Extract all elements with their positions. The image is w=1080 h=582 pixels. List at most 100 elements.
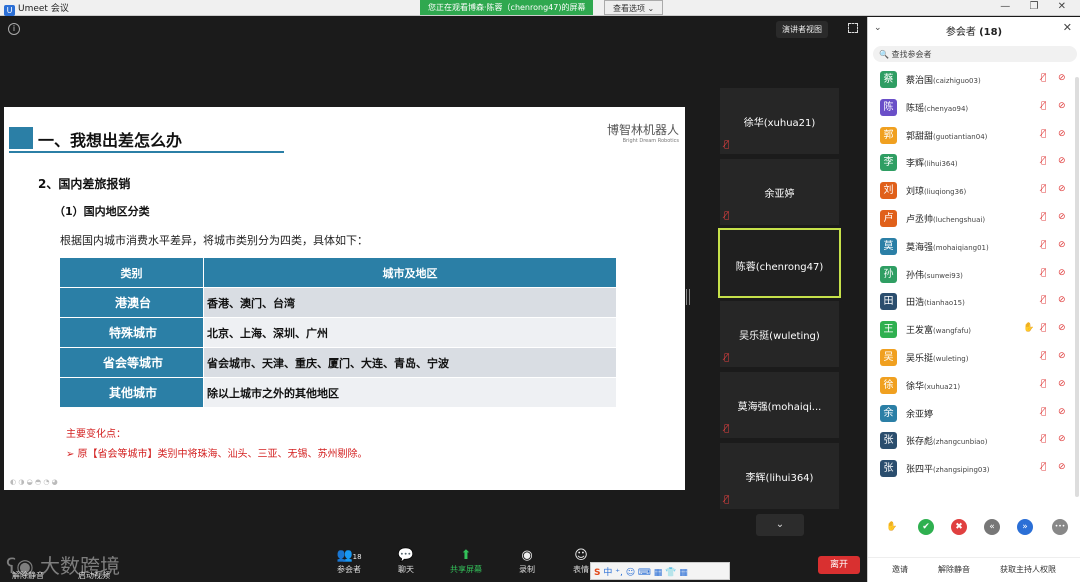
close-icon[interactable]: ✕ [1063, 21, 1072, 34]
mic-muted-icon[interactable]: 🎙̸ [1041, 295, 1046, 305]
camera-off-icon[interactable]: ⊘ [1058, 379, 1066, 389]
participant-row[interactable]: 张张存彪(zhangcunbiao) 🎙̸ ⊘ [868, 426, 1073, 454]
camera-off-icon[interactable]: ⊘ [1058, 184, 1066, 194]
mic-muted-icon: 🎙̸ [724, 353, 730, 363]
yes-icon[interactable]: ✔ [918, 519, 934, 535]
video-tile[interactable]: 莫海强(mohaiqi... 🎙̸ [720, 372, 839, 438]
mic-muted-icon[interactable]: 🎙̸ [1041, 212, 1046, 222]
camera-off-icon[interactable]: ⊘ [1058, 240, 1066, 250]
camera-off-icon[interactable]: ⊘ [1058, 212, 1066, 222]
participant-row[interactable]: 莫莫海强(mohaiqiang01) 🎙̸ ⊘ [868, 232, 1073, 260]
fullscreen-icon[interactable] [848, 23, 858, 33]
table-cell-cities: 北京、上海、深圳、广州 [203, 317, 617, 348]
mic-muted-icon[interactable]: 🎙̸ [1041, 323, 1046, 333]
window-controls[interactable]: — ❐ ✕ [1000, 1, 1074, 12]
participant-row[interactable]: 陈陈瑶(chenyao94) 🎙̸ ⊘ [868, 93, 1073, 121]
slide-header-bar [9, 127, 33, 149]
camera-off-icon[interactable]: ⊘ [1058, 295, 1066, 305]
raise-hand-icon[interactable]: ✋ [884, 519, 900, 535]
video-tile[interactable]: 余亚婷 🎙̸ [720, 159, 839, 225]
camera-off-icon[interactable]: ⊘ [1058, 462, 1066, 472]
split-divider-handle[interactable] [686, 289, 690, 305]
mic-muted-icon[interactable]: 🎙̸ [1041, 184, 1046, 194]
no-icon[interactable]: ✖ [951, 519, 967, 535]
participant-row[interactable]: 郭郭甜甜(guotiantian04) 🎙̸ ⊘ [868, 121, 1073, 149]
mic-muted-icon[interactable]: 🎙̸ [1041, 379, 1046, 389]
avatar: 卢 [880, 209, 897, 227]
mic-muted-icon[interactable]: 🎙̸ [1041, 73, 1046, 83]
unmute-button[interactable]: 解除静音 [12, 570, 44, 581]
mic-muted-icon[interactable]: 🎙̸ [1041, 462, 1046, 472]
unmute-all-button[interactable]: 解除静音 [938, 564, 970, 575]
app-title: U Umeet 会议 [4, 1, 69, 16]
participant-row[interactable]: 田田浩(tianhao15) 🎙̸ ⊘ [868, 287, 1073, 315]
camera-off-icon[interactable]: ⊘ [1058, 323, 1066, 333]
mic-muted-icon[interactable]: 🎙̸ [1041, 351, 1046, 361]
camera-off-icon[interactable]: ⊘ [1058, 156, 1066, 166]
camera-off-icon[interactable]: ⊘ [1058, 351, 1066, 361]
scrollbar[interactable] [1075, 77, 1079, 497]
meeting-stage: i 演讲者视图 一、我想出差怎么办 博智林机器人 Bright Dream Ro… [0, 17, 866, 582]
mic-muted-icon[interactable]: 🎙̸ [1041, 156, 1046, 166]
ime-toolbar[interactable]: S 中 ⁺, ☺ ⌨ ▦ 👕 ▦ [590, 562, 730, 580]
video-tile[interactable]: 李辉(lihui364) 🎙̸ [720, 443, 839, 509]
info-icon[interactable]: i [8, 23, 20, 35]
slide-title: 一、我想出差怎么办 [38, 131, 183, 150]
start-video-button[interactable]: 启动视频 [78, 570, 110, 581]
participant-list: 蔡蔡治国(caizhiguo03) 🎙̸ ⊘ 陈陈瑶(chenyao94) 🎙̸ ⊘ 郭郭甜… [868, 65, 1073, 515]
mic-muted-icon[interactable]: 🎙̸ [1041, 268, 1046, 278]
share-screen-button[interactable]: ⬆ 共享屏幕 [446, 548, 486, 575]
view-options-button[interactable]: 查看选项 ⌄ [604, 0, 664, 15]
participant-row[interactable]: 张张四平(zhangsiping03) 🎙̸ ⊘ [868, 454, 1073, 482]
participant-row[interactable]: 李李辉(lihui364) 🎙̸ ⊘ [868, 148, 1073, 176]
record-button[interactable]: ◉ 录制 [507, 548, 547, 575]
video-tile-active-speaker[interactable]: 陈蓉(chenrong47) [718, 228, 841, 298]
participant-row[interactable]: 余余亚婷 🎙̸ ⊘ [868, 399, 1073, 427]
participant-row[interactable]: 卢卢丞帅(luchengshuai) 🎙̸ ⊘ [868, 204, 1073, 232]
tiles-scroll-down-button[interactable]: ⌄ [756, 514, 804, 536]
slower-icon[interactable]: « [984, 519, 1000, 535]
camera-off-icon[interactable]: ⊘ [1058, 434, 1066, 444]
mic-muted-icon: 🎙̸ [724, 140, 730, 150]
camera-off-icon[interactable]: ⊘ [1058, 101, 1066, 111]
mic-muted-icon[interactable]: 🎙̸ [1041, 101, 1046, 111]
speaker-view-button[interactable]: 演讲者视图 [776, 21, 828, 38]
participant-row[interactable]: 王王发富(wangfafu) ✋ 🎙̸ ⊘ [868, 315, 1073, 343]
participants-icon: 👥18 [336, 548, 362, 563]
mic-muted-icon[interactable]: 🎙̸ [1041, 129, 1046, 139]
camera-off-icon[interactable]: ⊘ [1058, 407, 1066, 417]
camera-off-icon[interactable]: ⊘ [1058, 268, 1066, 278]
table-cell-cities: 除以上城市之外的其他地区 [203, 377, 617, 408]
participant-row[interactable]: 蔡蔡治国(caizhiguo03) 🎙̸ ⊘ [868, 65, 1073, 93]
participant-row[interactable]: 吴吴乐挺(wuleting) 🎙̸ ⊘ [868, 343, 1073, 371]
invite-button[interactable]: 邀请 [892, 564, 908, 575]
participant-row[interactable]: 徐徐华(xuhua21) 🎙̸ ⊘ [868, 371, 1073, 399]
video-tile[interactable]: 徐华(xuhua21) 🎙̸ [720, 88, 839, 154]
video-tile[interactable]: 吴乐挺(wuleting) 🎙̸ [720, 301, 839, 367]
participant-row[interactable]: 孙孙伟(sunwei93) 🎙̸ ⊘ [868, 260, 1073, 288]
faster-icon[interactable]: » [1017, 519, 1033, 535]
claim-host-button[interactable]: 获取主持人权限 [1000, 564, 1056, 575]
mic-muted-icon[interactable]: 🎙̸ [1041, 434, 1046, 444]
avatar: 刘 [880, 182, 897, 200]
avatar: 王 [880, 321, 897, 339]
participant-search-input[interactable]: 🔍 查找参会者 [873, 46, 1077, 62]
participant-name: 吴乐挺(wuleting) [906, 353, 969, 364]
camera-off-icon[interactable]: ⊘ [1058, 129, 1066, 139]
mic-muted-icon[interactable]: 🎙̸ [1041, 240, 1046, 250]
participant-name: 余亚婷 [906, 409, 934, 420]
participant-row[interactable]: 刘刘琼(liuqiong36) 🎙̸ ⊘ [868, 176, 1073, 204]
chat-button[interactable]: 💬 聊天 [386, 548, 426, 575]
mic-muted-icon: 🎙̸ [724, 211, 730, 221]
table-row: 特殊城市 北京、上海、深圳、广州 [59, 317, 617, 348]
avatar: 吴 [880, 348, 897, 366]
camera-off-icon[interactable]: ⊘ [1058, 73, 1066, 83]
participants-button[interactable]: 👥18 参会者 [329, 548, 369, 575]
shared-slide: 一、我想出差怎么办 博智林机器人 Bright Dream Robotics 2… [4, 107, 685, 490]
slide-brand-logo: 博智林机器人 Bright Dream Robotics [606, 123, 679, 144]
mic-muted-icon[interactable]: 🎙̸ [1041, 407, 1046, 417]
slide-annotation-tools[interactable]: ◐ ◑ ◒ ◓ ◔ ◕ [10, 478, 58, 486]
slide-title-underline [9, 151, 284, 153]
more-icon[interactable]: ••• [1052, 519, 1068, 535]
leave-button[interactable]: 离开 [818, 556, 860, 574]
